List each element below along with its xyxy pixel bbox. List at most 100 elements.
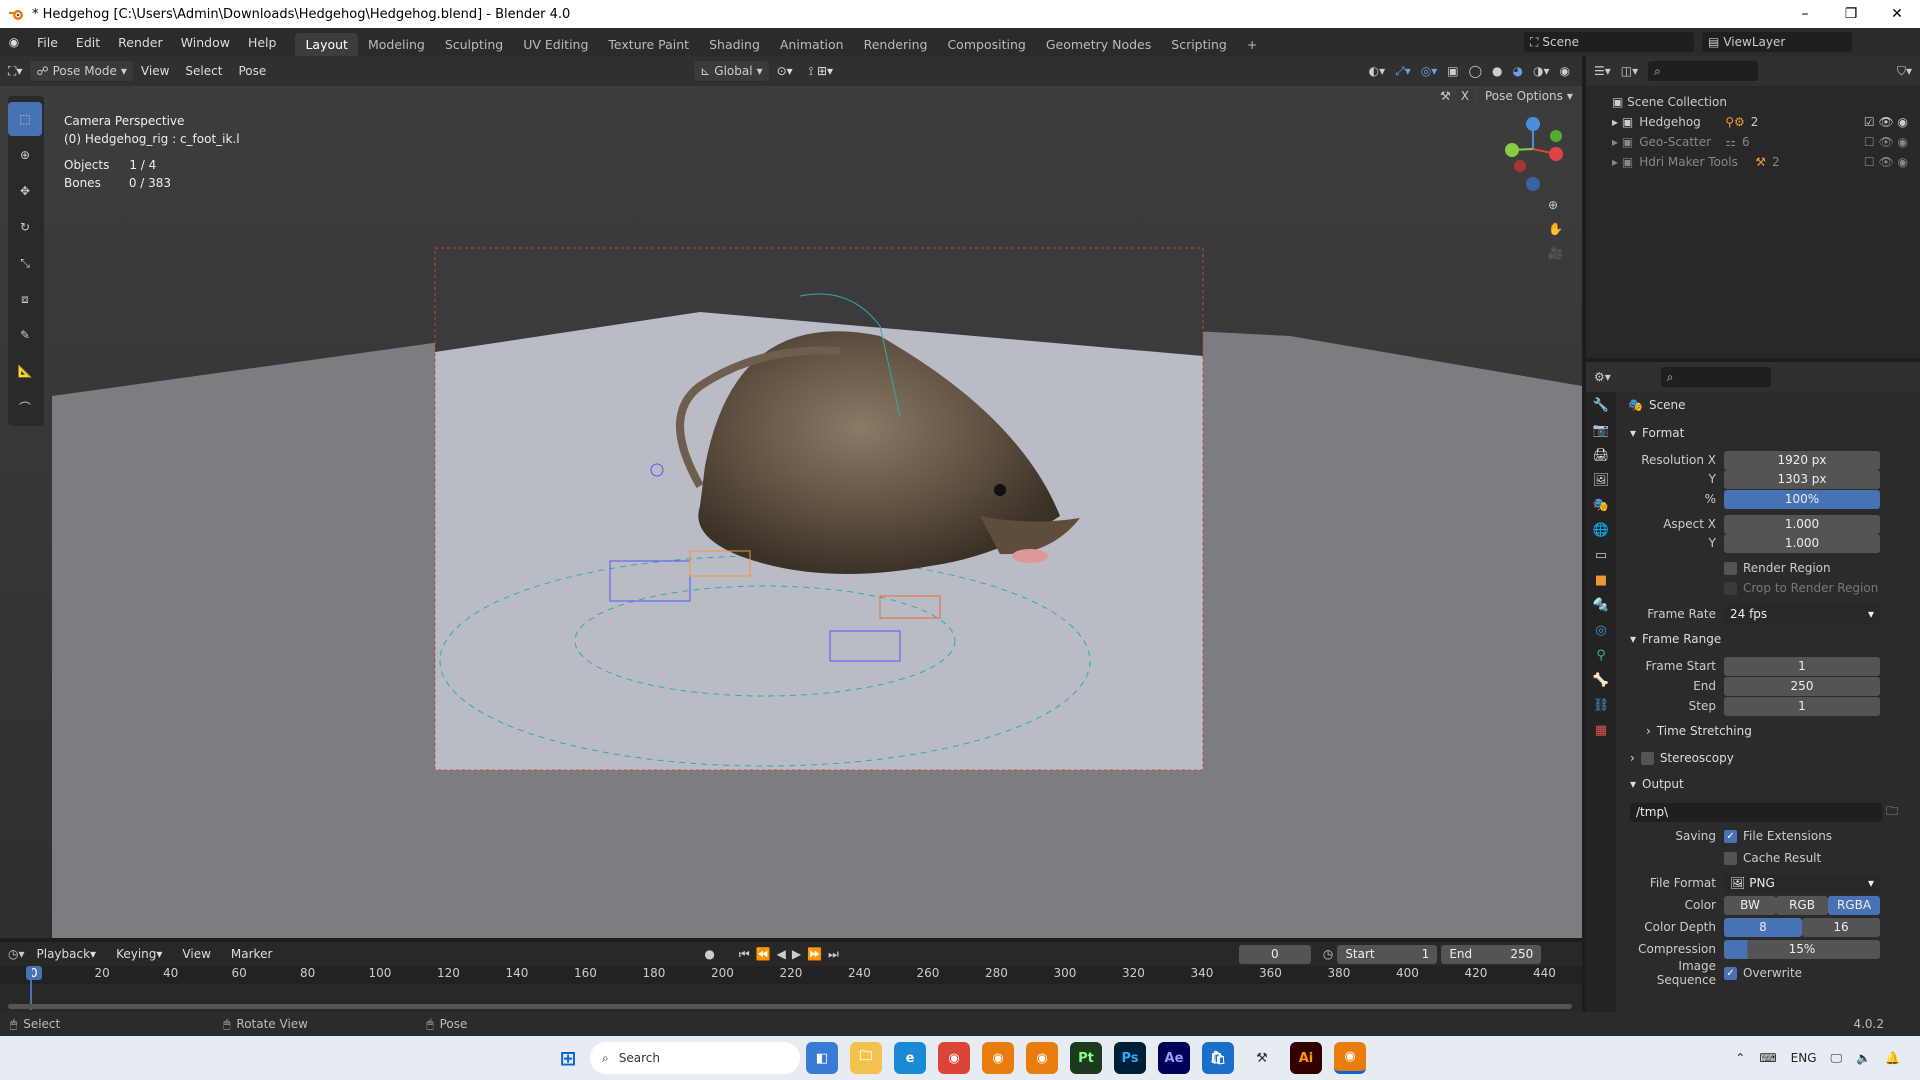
depth-8-button[interactable]: 8 xyxy=(1724,917,1802,937)
maximize-button[interactable]: ❐ xyxy=(1828,0,1874,28)
filter-icon[interactable]: ⛉▾ xyxy=(1897,64,1912,79)
frame-start-field[interactable]: 1 xyxy=(1724,656,1880,676)
timeline-view-menu[interactable]: View xyxy=(174,947,218,961)
render-icon[interactable]: ◉ xyxy=(1560,64,1570,78)
playback-controls[interactable]: ⏮⏪◀▶⏩⏭ xyxy=(739,947,845,962)
outliner-editor-icon[interactable]: ☰▾ xyxy=(1594,64,1611,78)
tab-layout[interactable]: Layout xyxy=(295,33,358,56)
auto-keying-icon[interactable]: ● xyxy=(704,947,714,961)
pose-transform-icon[interactable]: ⚒ xyxy=(1440,89,1451,103)
select-box-tool-icon[interactable]: ⬚ xyxy=(8,102,42,136)
blender-active-app-icon[interactable]: ◉ xyxy=(1334,1042,1366,1074)
tray-chevron-icon[interactable]: ⌃ xyxy=(1735,1051,1745,1065)
scene-collection-row[interactable]: ▣ Scene Collection xyxy=(1612,92,1920,112)
folder-icon[interactable]: 🗀 xyxy=(1886,802,1898,823)
res-pct-field[interactable]: 100% xyxy=(1724,489,1880,509)
mirror-x-button[interactable]: X xyxy=(1456,89,1473,103)
tab-shading[interactable]: Shading xyxy=(699,33,770,56)
pose-options-dropdown[interactable]: Pose Options ▾ xyxy=(1479,86,1579,106)
compression-slider[interactable]: 15% xyxy=(1724,939,1880,959)
add-workspace-button[interactable]: + xyxy=(1237,33,1267,56)
move-tool-icon[interactable]: ✥ xyxy=(8,174,42,208)
marker-menu[interactable]: Marker xyxy=(223,947,280,961)
camera-view-icon[interactable]: 🎥 xyxy=(1548,246,1563,260)
depth-16-button[interactable]: 16 xyxy=(1802,917,1880,937)
photoshop-icon[interactable]: Ps xyxy=(1114,1042,1146,1074)
properties-search-input[interactable]: ⌕ xyxy=(1660,367,1771,387)
res-x-field[interactable]: 1920 px xyxy=(1724,450,1880,470)
timeline-editor-icon[interactable]: ◷▾ xyxy=(8,947,25,961)
pivot-icon[interactable]: ⊙▾ xyxy=(769,64,801,78)
solid-shading-icon[interactable]: ● xyxy=(1492,64,1502,78)
crop-region-checkbox[interactable] xyxy=(1724,581,1737,595)
minimize-button[interactable]: – xyxy=(1782,0,1828,28)
visibility-toggles[interactable]: ☐ 👁 ◉ xyxy=(1864,132,1920,152)
3d-viewport[interactable]: Camera Perspective (0) Hedgehog_rig : c_… xyxy=(0,86,1582,938)
res-y-field[interactable]: 1303 px xyxy=(1724,469,1880,489)
bone-constraint-tab-icon[interactable]: ⛓ xyxy=(1593,698,1610,713)
material-shading-icon[interactable]: ◕ xyxy=(1513,64,1523,78)
overwrite-checkbox[interactable]: ✓ xyxy=(1724,966,1737,980)
tab-animation[interactable]: Animation xyxy=(770,33,854,56)
edge-browser-icon[interactable]: e xyxy=(894,1042,926,1074)
menu-view[interactable]: View xyxy=(133,64,177,78)
keyboard-icon[interactable]: ⌨ xyxy=(1759,1051,1776,1065)
blender-app-icon[interactable]: ◉ xyxy=(982,1042,1014,1074)
illustrator-icon[interactable]: Ai xyxy=(1290,1042,1322,1074)
overlay-icon[interactable]: ◎▾ xyxy=(1421,64,1438,78)
xray-icon[interactable]: ▣ xyxy=(1447,64,1458,78)
scene-selector[interactable]: ⛶ Scene xyxy=(1524,32,1694,52)
scale-tool-icon[interactable]: ⤡ xyxy=(8,246,42,280)
outliner-row-geo-scatter[interactable]: ▸ ▣ Geo-Scatter ⚏ 6 ☐ 👁 ◉ xyxy=(1612,132,1920,152)
tab-compositing[interactable]: Compositing xyxy=(937,33,1035,56)
file-extensions-checkbox[interactable]: ✓ xyxy=(1724,829,1737,843)
tool-app-icon[interactable]: ⚒ xyxy=(1246,1042,1278,1074)
color-rgb-button[interactable]: RGB xyxy=(1776,895,1828,915)
network-icon[interactable]: 🖵 xyxy=(1831,1051,1843,1066)
frame-range-panel-header[interactable]: ▾ Frame Range xyxy=(1630,632,1721,646)
substance-painter-icon[interactable]: Pt xyxy=(1070,1042,1102,1074)
language-indicator[interactable]: ENG xyxy=(1791,1051,1817,1065)
cursor-tool-icon[interactable]: ⊕ xyxy=(8,138,42,172)
menu-select[interactable]: Select xyxy=(177,64,230,78)
timeline-ruler[interactable]: 0 20 40 60 80 100 120 140 160 180 200 220 240 260 280 3… xyxy=(0,966,1582,984)
start-frame-field[interactable]: Start 1 xyxy=(1337,944,1438,964)
visibility-icon[interactable]: ◐▾ xyxy=(1369,64,1386,78)
transform-tool-icon[interactable]: ⧈ xyxy=(8,282,42,316)
tab-scripting[interactable]: Scripting xyxy=(1161,33,1237,56)
tool-tab-icon[interactable]: 🔧 xyxy=(1593,398,1609,413)
modifiers-tab-icon[interactable]: 🔩 xyxy=(1593,598,1609,613)
rotate-tool-icon[interactable]: ↻ xyxy=(8,210,42,244)
playback-menu[interactable]: Playback▾ xyxy=(29,947,105,961)
viewlayer-selector[interactable]: ▤ ViewLayer xyxy=(1702,32,1852,52)
world-tab-icon[interactable]: 🌐 xyxy=(1593,523,1609,538)
output-panel-header[interactable]: ▾ Output xyxy=(1630,777,1684,791)
output-tab-icon[interactable]: 🖨 xyxy=(1593,448,1610,463)
collection-tab-icon[interactable]: ▭ xyxy=(1595,548,1607,563)
aspect-y-field[interactable]: 1.000 xyxy=(1724,533,1880,553)
object-tab-icon[interactable]: ■ xyxy=(1595,573,1607,588)
view-layer-tab-icon[interactable]: 🖼 xyxy=(1593,473,1610,488)
outliner-search-input[interactable]: ⌕ xyxy=(1648,61,1759,81)
outliner-row-hdri-maker[interactable]: ▸ ▣ Hdri Maker Tools ⚒ 2 ☐ 👁 ◉ xyxy=(1612,152,1920,172)
frame-step-field[interactable]: 1 xyxy=(1724,696,1880,716)
keying-menu[interactable]: Keying▾ xyxy=(108,947,170,961)
taskbar-search-box[interactable]: ⌕ Search xyxy=(590,1042,800,1074)
tab-rendering[interactable]: Rendering xyxy=(854,33,938,56)
mode-selector[interactable]: ☍ Pose Mode ▾ xyxy=(30,61,133,81)
scene-tab-icon[interactable]: 🎭 xyxy=(1593,498,1609,513)
outliner-row-hedgehog[interactable]: ▸ ▣ Hedgehog ⚲⚙ 2 ☑ 👁 ◉ xyxy=(1612,112,1920,132)
transform-orientation-selector[interactable]: ⊾ Global ▾ xyxy=(694,61,769,81)
close-button[interactable]: ✕ xyxy=(1874,0,1920,28)
zoom-icon[interactable]: ⊕ xyxy=(1548,198,1563,212)
menu-help[interactable]: Help xyxy=(239,35,286,50)
stereoscopy-checkbox[interactable] xyxy=(1640,751,1654,765)
display-mode-icon[interactable]: ◫▾ xyxy=(1621,64,1638,78)
tab-uv-editing[interactable]: UV Editing xyxy=(513,33,598,56)
render-tab-icon[interactable]: 📷 xyxy=(1593,423,1609,438)
frame-rate-dropdown[interactable]: 24 fps ▾ xyxy=(1724,604,1880,624)
snap-icon[interactable]: ⟟ ⊞▾ xyxy=(801,64,841,79)
tab-modeling[interactable]: Modeling xyxy=(358,33,435,56)
editor-type-icon[interactable]: ⛶▾ xyxy=(0,64,30,79)
physics-tab-icon[interactable]: ◎ xyxy=(1595,623,1606,638)
